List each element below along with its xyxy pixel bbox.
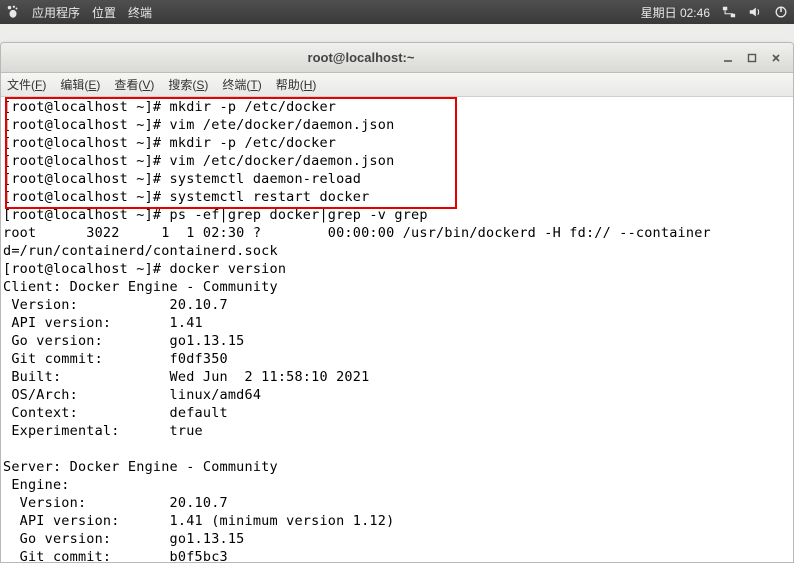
menu-search[interactable]: 搜索(S) [168, 76, 208, 93]
term-line: [root@localhost ~]# docker version [3, 261, 286, 277]
term-line: Git commit: b0f5bc3 [3, 549, 228, 562]
menubar: 文件(F) 编辑(E) 查看(V) 搜索(S) 终端(T) 帮助(H) [1, 73, 793, 97]
term-line: Experimental: true [3, 423, 203, 439]
desktop-background [0, 24, 794, 42]
term-line: Built: Wed Jun 2 11:58:10 2021 [3, 369, 369, 385]
term-line: Go version: go1.13.15 [3, 333, 245, 349]
minimize-button[interactable] [719, 49, 737, 67]
panel-terminal[interactable]: 终端 [128, 4, 152, 21]
panel-places[interactable]: 位置 [92, 4, 116, 21]
power-icon[interactable] [774, 5, 788, 19]
term-line: Version: 20.10.7 [3, 297, 228, 313]
term-line: [root@localhost ~]# vim /etc/docker/daem… [3, 153, 394, 169]
term-line: Server: Docker Engine - Community [3, 459, 278, 475]
term-line: [root@localhost ~]# systemctl restart do… [3, 189, 369, 205]
menu-edit[interactable]: 编辑(E) [60, 76, 100, 93]
menu-view[interactable]: 查看(V) [114, 76, 154, 93]
term-line: d=/run/containerd/containerd.sock [3, 243, 278, 259]
panel-apps[interactable]: 应用程序 [32, 4, 80, 21]
term-line: [root@localhost ~]# mkdir -p /etc/docker [3, 135, 336, 151]
gnome-foot-icon [6, 5, 20, 19]
term-line: Go version: go1.13.15 [3, 531, 245, 547]
window-titlebar[interactable]: root@localhost:~ [1, 43, 793, 73]
menu-help[interactable]: 帮助(H) [276, 76, 317, 93]
term-line: OS/Arch: linux/amd64 [3, 387, 261, 403]
volume-icon[interactable] [748, 5, 762, 19]
terminal-window: root@localhost:~ 文件(F) 编辑(E) 查看(V) 搜索(S)… [0, 42, 794, 563]
term-line: API version: 1.41 (minimum version 1.12) [3, 513, 394, 529]
term-line: Client: Docker Engine - Community [3, 279, 278, 295]
maximize-button[interactable] [743, 49, 761, 67]
term-line: API version: 1.41 [3, 315, 203, 331]
term-line: Engine: [3, 477, 70, 493]
window-title: root@localhost:~ [9, 50, 713, 65]
panel-datetime[interactable]: 星期日 02:46 [641, 4, 710, 21]
menu-terminal[interactable]: 终端(T) [222, 76, 261, 93]
term-line: [root@localhost ~]# systemctl daemon-rel… [3, 171, 361, 187]
network-icon[interactable] [722, 5, 736, 19]
term-line: [root@localhost ~]# ps -ef|grep docker|g… [3, 207, 428, 223]
close-button[interactable] [767, 49, 785, 67]
term-line: Version: 20.10.7 [3, 495, 228, 511]
terminal-output[interactable]: [root@localhost ~]# mkdir -p /etc/docker… [1, 97, 793, 562]
term-line: [root@localhost ~]# mkdir -p /etc/docker [3, 99, 336, 115]
term-line: [root@localhost ~]# vim /ete/docker/daem… [3, 117, 394, 133]
term-line: Git commit: f0df350 [3, 351, 228, 367]
menu-file[interactable]: 文件(F) [7, 76, 46, 93]
top-panel: 应用程序 位置 终端 星期日 02:46 [0, 0, 794, 24]
term-line: root 3022 1 1 02:30 ? 00:00:00 /usr/bin/… [3, 225, 711, 241]
term-line: Context: default [3, 405, 228, 421]
